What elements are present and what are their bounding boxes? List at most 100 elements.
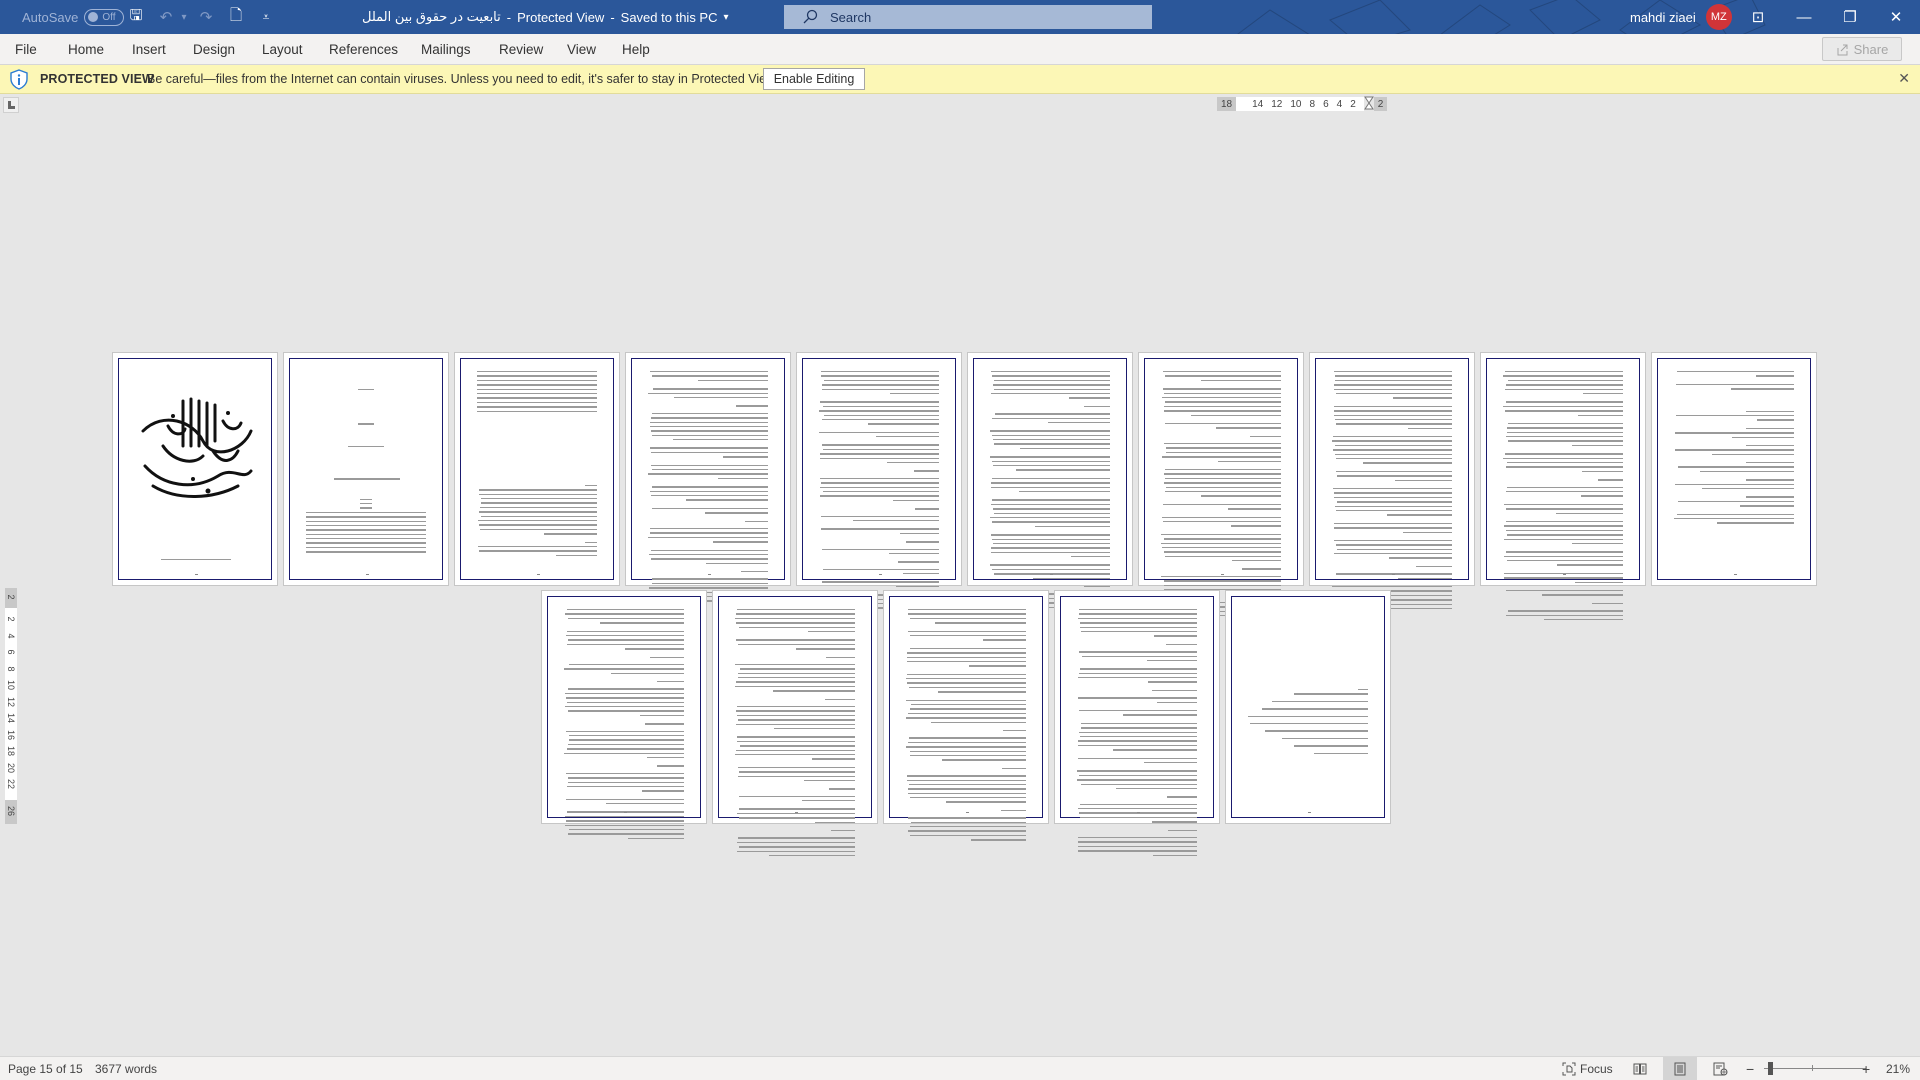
page-number-indicator[interactable]: Page 15 of 15 [8, 1057, 83, 1080]
status-bar: Page 15 of 15 3677 words Focus − + 21% [0, 1056, 1920, 1080]
page-thumbnail[interactable] [283, 352, 449, 586]
ribbon-display-options-button[interactable]: ⊡ [1735, 0, 1781, 34]
focus-icon [1562, 1062, 1576, 1076]
page-thumbnail[interactable] [1651, 352, 1817, 586]
page-thumbnail[interactable] [454, 352, 620, 586]
user-account[interactable]: mahdi ziaei MZ [1630, 0, 1732, 34]
page-thumbnail[interactable] [1480, 352, 1646, 621]
search-input[interactable]: Search [784, 5, 1152, 29]
tab-file[interactable]: File [15, 34, 37, 65]
tab-design[interactable]: Design [193, 34, 235, 65]
close-icon: ✕ [1889, 9, 1903, 26]
ruler-tick: 14 [1252, 98, 1264, 110]
quick-access-toolbar: 🖫 ↶ ▾ ↷ 🗋 ⩡ [124, 0, 278, 34]
page-thumbnail[interactable] [1225, 590, 1391, 824]
ruler-tick: 2 [1350, 98, 1356, 110]
left-indent-marker[interactable] [1236, 100, 1247, 108]
avatar[interactable]: MZ [1705, 4, 1732, 30]
page-number [708, 573, 711, 575]
page-number [1392, 573, 1395, 575]
zoom-in-button[interactable]: + [1862, 1057, 1870, 1080]
autosave-toggle[interactable]: AutoSave Off [22, 0, 125, 34]
tab-mailings[interactable]: Mailings [421, 34, 471, 65]
right-indent-marker[interactable] [1363, 96, 1374, 111]
tab-selector[interactable] [3, 97, 19, 113]
tab-layout[interactable]: Layout [262, 34, 303, 65]
save-status: Saved to this PC [620, 9, 718, 25]
page-thumbnail[interactable] [796, 352, 962, 609]
close-button[interactable]: ✕ [1873, 0, 1919, 34]
ribbon-tabs: File Home Insert Design Layout Reference… [0, 34, 1920, 65]
ruler-tick: 26 [6, 805, 16, 816]
page-thumbnail[interactable] [625, 352, 791, 602]
page-number [1137, 811, 1140, 813]
page-number [195, 573, 198, 575]
close-icon[interactable]: ✕ [1898, 70, 1910, 87]
print-layout-button[interactable] [1663, 1057, 1697, 1080]
page-number [966, 811, 969, 813]
restore-icon: ❐ [1843, 9, 1857, 26]
zoom-slider-thumb[interactable] [1767, 1062, 1773, 1075]
ruler-tick: 14 [6, 712, 16, 723]
search-icon [803, 9, 818, 24]
tab-help[interactable]: Help [622, 34, 650, 65]
ruler-tick: 12 [6, 696, 16, 707]
print-layout-icon [1674, 1062, 1686, 1075]
share-label: Share [1853, 41, 1889, 57]
tab-view[interactable]: View [567, 34, 596, 65]
autosave-switch[interactable]: Off [84, 8, 125, 26]
page-thumbnail[interactable] [1138, 352, 1304, 621]
page-number [1734, 573, 1737, 575]
user-name: mahdi ziaei [1630, 9, 1696, 25]
page-number [1050, 573, 1053, 575]
vertical-ruler[interactable]: 2 2 4 6 8 10 12 14 16 18 20 22 26 [5, 588, 17, 824]
save-icon[interactable]: 🖫 [124, 0, 148, 34]
tab-insert[interactable]: Insert [132, 34, 166, 65]
tab-home[interactable]: Home [68, 34, 104, 65]
ruler-tick: 2 [6, 594, 16, 600]
ruler-tick: 22 [6, 778, 16, 789]
page-thumbnail[interactable] [712, 590, 878, 857]
minimize-button[interactable]: — [1781, 0, 1827, 34]
page-number [1308, 811, 1311, 813]
web-layout-button[interactable] [1703, 1057, 1737, 1080]
page-thumbnail[interactable] [1054, 590, 1220, 856]
focus-label: Focus [1580, 1062, 1613, 1076]
search-placeholder: Search [830, 9, 872, 25]
redo-icon[interactable]: ↷ [194, 0, 218, 34]
undo-dropdown-icon[interactable]: ▾ [178, 0, 190, 34]
new-document-icon[interactable]: 🗋 [224, 0, 248, 34]
document-title[interactable]: تابعیت در حقوق بین الملل - Protected Vie… [362, 0, 729, 34]
document-name: تابعیت در حقوق بین الملل [362, 9, 501, 24]
page-thumbnail[interactable] [1309, 352, 1475, 610]
page-thumbnail[interactable] [883, 590, 1049, 841]
autosave-label: AutoSave [22, 9, 79, 25]
ruler-tick: 4 [6, 632, 16, 638]
read-mode-button[interactable] [1623, 1057, 1657, 1080]
page-thumbnail[interactable] [541, 590, 707, 840]
zoom-level[interactable]: 21% [1886, 1057, 1910, 1080]
ruler-tick: 4 [1336, 98, 1343, 110]
share-button[interactable]: Share [1822, 37, 1902, 61]
horizontal-ruler[interactable]: 18 14 12 10 8 6 4 2 2 [1217, 96, 1388, 111]
word-count[interactable]: 3677 words [95, 1057, 157, 1080]
zoom-slider-track[interactable] [1764, 1068, 1866, 1069]
ruler-tick: 6 [1323, 98, 1329, 110]
customize-qat-icon[interactable]: ⩡ [254, 0, 278, 34]
page-number [1221, 573, 1224, 575]
tab-review[interactable]: Review [499, 34, 543, 65]
enable-editing-button[interactable]: Enable Editing [763, 68, 865, 90]
page-thumbnail[interactable] [967, 352, 1133, 613]
title-bar: AutoSave Off 🖫 ↶ ▾ ↷ 🗋 ⩡ تابعیت در حقوق … [0, 0, 1920, 34]
focus-button[interactable]: Focus [1562, 1057, 1613, 1080]
ruler-tick: 8 [6, 665, 16, 671]
page-number [1563, 573, 1566, 575]
undo-icon[interactable]: ↶ [154, 0, 178, 34]
page-number [624, 811, 627, 813]
restore-button[interactable]: ❐ [1827, 0, 1873, 34]
tab-references[interactable]: References [329, 34, 398, 65]
ruler-tick: 6 [6, 649, 16, 655]
zoom-out-button[interactable]: − [1746, 1057, 1754, 1080]
ruler-tick: 12 [1271, 98, 1283, 110]
page-thumbnail[interactable] [112, 352, 278, 586]
